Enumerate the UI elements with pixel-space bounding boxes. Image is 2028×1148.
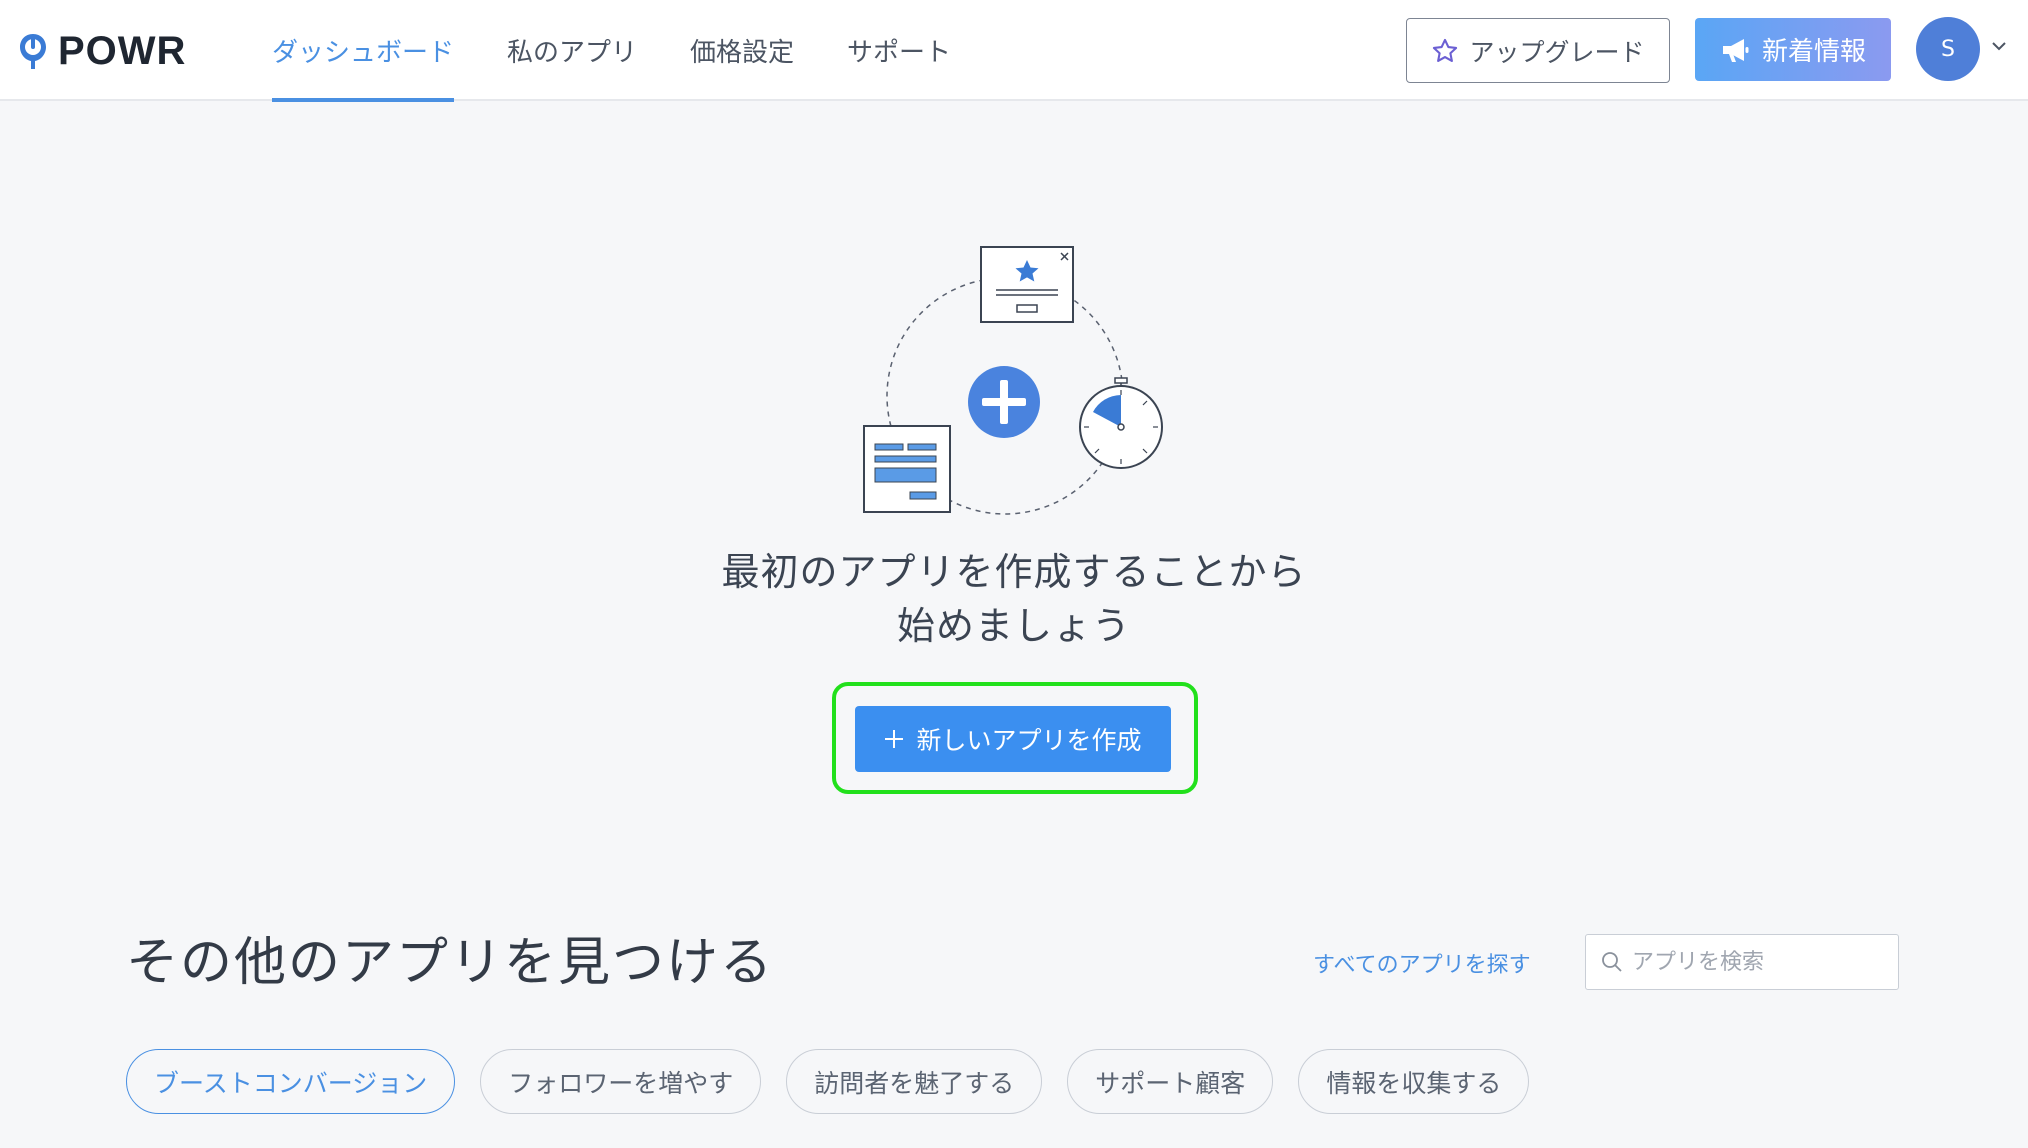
category-grow-followers[interactable]: フォロワーを増やす: [480, 1049, 762, 1114]
popup-window-icon: [980, 246, 1074, 323]
powr-power-icon: [20, 34, 46, 69]
whats-new-label: 新着情報: [1761, 37, 1866, 67]
empty-state-heading-line1: 最初のアプリを作成することから: [721, 550, 1307, 594]
brand-name: POWR: [58, 28, 187, 73]
whats-new-button[interactable]: 新着情報: [1695, 18, 1891, 81]
create-app-illustration: [863, 246, 1163, 515]
app-search-input[interactable]: [1632, 949, 1882, 975]
nav-my-apps[interactable]: 私のアプリ: [507, 0, 637, 101]
nav-dashboard[interactable]: ダッシュボード: [272, 0, 455, 102]
category-filters: ブーストコンバージョン フォロワーを増やす 訪問者を魅了する サポート顧客 情報…: [126, 1049, 1530, 1114]
form-document-icon: [863, 425, 951, 513]
upgrade-button[interactable]: アップグレード: [1406, 18, 1670, 83]
user-avatar[interactable]: S: [1916, 17, 1980, 81]
nav-pricing[interactable]: 価格設定: [690, 0, 794, 101]
upgrade-label: アップグレード: [1469, 37, 1645, 67]
star-outline-icon: [1433, 38, 1458, 62]
top-header: POWR ダッシュボード 私のアプリ 価格設定 サポート アップグレード 新着情…: [0, 0, 2028, 102]
category-collect-information[interactable]: 情報を収集する: [1298, 1049, 1530, 1114]
powr-logo[interactable]: POWR: [18, 28, 186, 74]
stopwatch-icon: [1079, 377, 1163, 469]
search-icon: [1602, 952, 1622, 972]
create-new-app-label: 新しいアプリを作成: [916, 726, 1142, 755]
browse-all-apps-link[interactable]: すべてのアプリを探す: [1313, 947, 1531, 979]
main-nav: ダッシュボード 私のアプリ 価格設定 サポート: [272, 0, 1004, 102]
empty-state-heading-line2: 始めましょう: [896, 604, 1131, 648]
discover-apps-heading: その他のアプリを見つける: [126, 933, 775, 993]
megaphone-icon: [1722, 38, 1749, 62]
empty-state-heading: 最初のアプリを作成することから 始めましょう: [614, 545, 1414, 653]
category-engage-visitors[interactable]: 訪問者を魅了する: [786, 1049, 1043, 1114]
plus-circle-icon: [968, 366, 1040, 438]
chevron-down-icon[interactable]: [1990, 40, 2008, 52]
plus-icon: [885, 730, 904, 748]
create-new-app-button[interactable]: 新しいアプリを作成: [855, 706, 1171, 772]
category-support-customers[interactable]: サポート顧客: [1067, 1049, 1274, 1114]
category-boost-conversions[interactable]: ブーストコンバージョン: [126, 1049, 456, 1114]
app-search-box[interactable]: [1585, 934, 1899, 990]
nav-support[interactable]: サポート: [847, 0, 951, 101]
